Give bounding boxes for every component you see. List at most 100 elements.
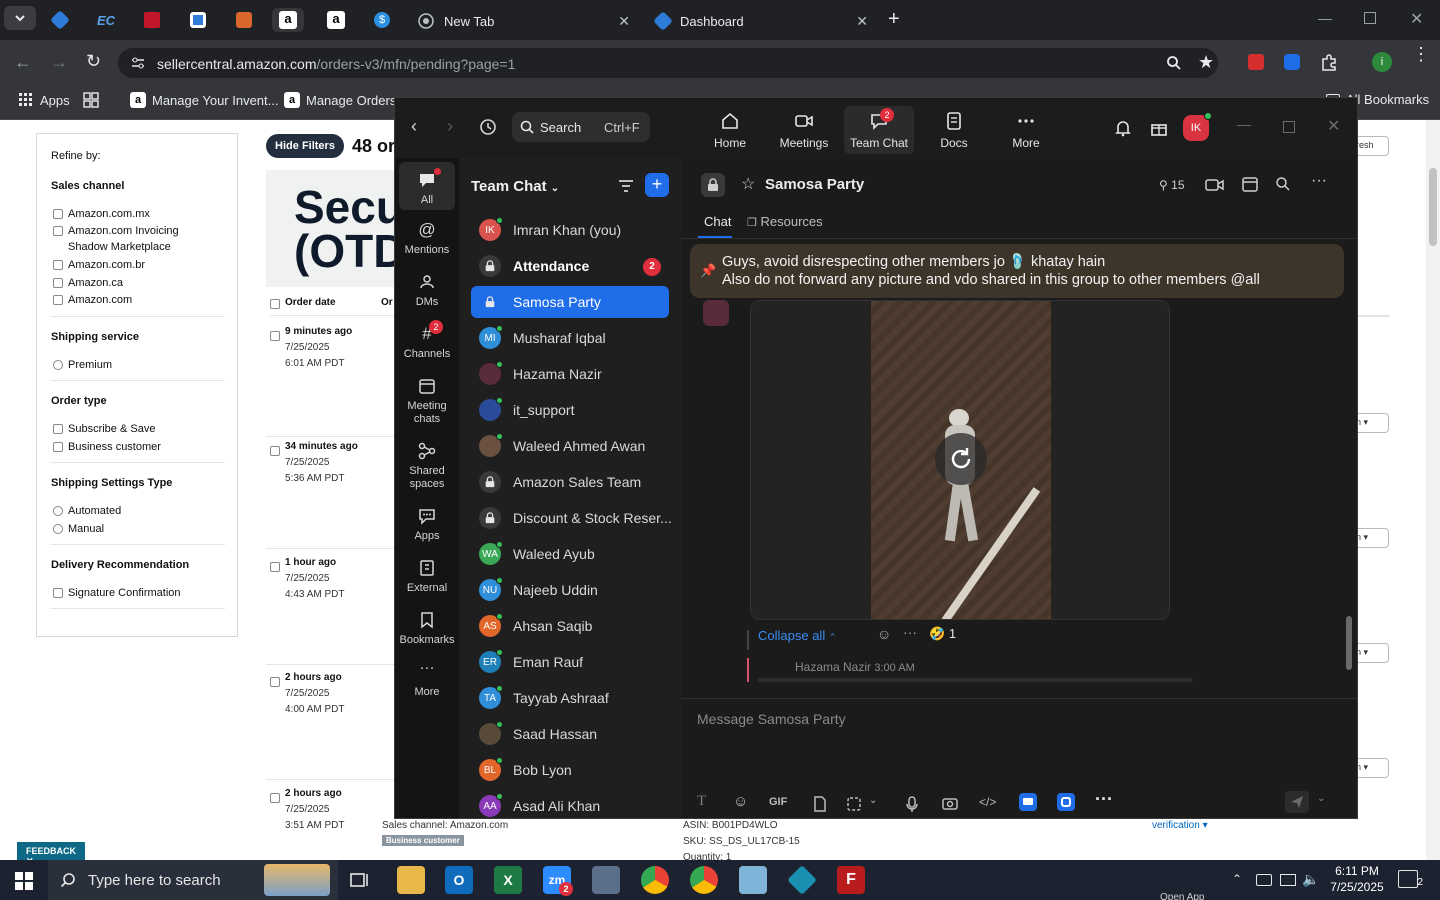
notification-center-icon[interactable]: 2 <box>1398 870 1423 888</box>
extensions-puzzle-icon[interactable] <box>1320 53 1338 71</box>
channel-item[interactable]: ER Eman Rauf <box>471 646 669 678</box>
nav-docs[interactable]: Docs <box>929 106 979 154</box>
window-maximize-icon[interactable] <box>1283 121 1295 133</box>
pinned-tab-2[interactable]: EC <box>90 8 122 32</box>
channel-item[interactable]: Waleed Ahmed Awan <box>471 430 669 462</box>
bell-icon[interactable] <box>1113 118 1133 138</box>
zoom-search-bar[interactable]: Search Ctrl+F <box>512 112 650 142</box>
scrollbar-thumb[interactable] <box>1429 168 1437 246</box>
app-integration-icon[interactable] <box>1019 793 1037 811</box>
row-checkbox[interactable] <box>270 677 280 687</box>
network-icon[interactable] <box>1280 874 1296 886</box>
radio[interactable] <box>53 360 63 370</box>
select-all-checkbox[interactable] <box>270 299 280 309</box>
outlook-icon[interactable]: O <box>445 866 473 894</box>
message-input[interactable]: Message Samosa Party <box>697 711 846 727</box>
radio[interactable] <box>53 524 63 534</box>
star-icon[interactable]: ☆ <box>741 174 755 194</box>
site-info-icon[interactable] <box>130 56 146 70</box>
address-bar[interactable]: sellercentral.amazon.com/orders-v3/mfn/p… <box>118 48 1218 78</box>
extension-blue-icon[interactable] <box>1284 54 1300 70</box>
filter-option[interactable]: Amazon.com <box>53 292 132 308</box>
rail-apps[interactable]: Apps <box>399 506 455 543</box>
nav-meetings[interactable]: Meetings <box>775 106 833 154</box>
back-chevron-icon[interactable]: ‹ <box>411 116 417 137</box>
pinned-tab-6-active[interactable]: a <box>272 8 304 32</box>
filter-option[interactable]: Manual <box>53 521 104 537</box>
nav-team-chat[interactable]: Team Chat 2 <box>844 106 914 154</box>
filter-icon[interactable] <box>617 178 635 194</box>
checkbox[interactable] <box>53 278 63 288</box>
chat-scrollbar[interactable] <box>1345 238 1353 684</box>
channel-item[interactable]: Attendance 2 <box>471 250 669 282</box>
rail-channels[interactable]: # Channels 2 <box>399 320 455 361</box>
order-row[interactable]: 34 minutes ago 7/25/2025 5:36 AM PDT <box>270 441 380 491</box>
forward-arrow-icon[interactable]: → <box>50 52 68 73</box>
order-row[interactable]: 9 minutes ago 7/25/2025 6:01 AM PDT <box>270 326 380 376</box>
pinned-tab-5[interactable] <box>228 8 260 32</box>
restore-icon[interactable] <box>1364 12 1376 24</box>
scrollbar-thumb[interactable] <box>1346 616 1352 670</box>
chat-title[interactable]: Samosa Party <box>765 176 864 193</box>
checkbox[interactable] <box>53 588 63 598</box>
rail-mentions[interactable]: @ Mentions <box>399 220 455 257</box>
checkbox[interactable] <box>53 295 63 305</box>
rail-more[interactable]: ··· More <box>399 660 455 699</box>
window-minimize-icon[interactable]: — <box>1237 116 1251 132</box>
more-dots-icon[interactable]: ··· <box>1311 172 1327 190</box>
order-row[interactable]: 2 hours ago 7/25/2025 4:00 AM PDT <box>270 672 380 722</box>
zoom-lens-icon[interactable] <box>1166 55 1182 71</box>
kebab-menu-icon[interactable]: ⋮ <box>1412 45 1430 63</box>
video-attachment[interactable] <box>750 300 1170 620</box>
row-checkbox[interactable] <box>270 793 280 803</box>
pinned-message-banner[interactable]: 📌 Guys, avoid disrespecting other member… <box>690 244 1344 298</box>
rail-meeting-chats[interactable]: Meeting chats <box>399 376 455 426</box>
gif-button[interactable]: GIF <box>769 796 787 808</box>
feedback-tab[interactable]: FEEDBACK ✕ <box>17 842 85 866</box>
order-row[interactable]: 1 hour ago 7/25/2025 4:43 AM PDT <box>270 557 380 607</box>
order-row[interactable]: 2 hours ago 7/25/2025 3:51 AM PDT <box>270 788 380 838</box>
chrome-icon[interactable] <box>641 866 669 894</box>
emoji-icon[interactable]: ☺ <box>733 793 748 810</box>
filter-option[interactable]: Amazon.com Invoicing Shadow Marketplace <box>53 223 203 255</box>
row-checkbox[interactable] <box>270 562 280 572</box>
channel-item[interactable]: Hazama Nazir <box>471 358 669 390</box>
search-icon[interactable] <box>1275 176 1291 192</box>
column-order-date[interactable]: Order date <box>285 297 336 308</box>
minimize-icon[interactable]: — <box>1318 10 1332 26</box>
close-icon[interactable]: ✕ <box>618 13 630 30</box>
back-arrow-icon[interactable]: ← <box>14 52 32 73</box>
window-close-icon[interactable]: ✕ <box>1327 116 1340 136</box>
notes-app-icon[interactable] <box>739 866 767 894</box>
page-scrollbar[interactable] <box>1426 120 1440 860</box>
add-reaction-icon[interactable]: ☺ <box>877 626 891 642</box>
code-snippet-icon[interactable]: </> <box>979 795 996 809</box>
tab-groups-icon[interactable] <box>83 92 99 108</box>
channel-item[interactable]: Samosa Party <box>471 286 669 318</box>
filter-option[interactable]: Amazon.com.mx <box>53 206 150 222</box>
verification-link[interactable]: verification ▾ <box>1152 820 1208 831</box>
show-hidden-icons-chevron[interactable]: ⌃ <box>1232 872 1242 886</box>
close-icon[interactable]: ✕ <box>856 13 868 30</box>
tab-resources[interactable]: ❐ Resources <box>747 214 823 229</box>
windows-start-icon[interactable] <box>14 871 34 891</box>
excel-icon[interactable]: X <box>494 866 522 894</box>
row-checkbox[interactable] <box>270 446 280 456</box>
nav-home[interactable]: Home <box>705 106 755 154</box>
channel-item[interactable]: it_support <box>471 394 669 426</box>
filter-option[interactable]: Amazon.ca <box>53 275 123 291</box>
bookmark-apps[interactable]: Apps <box>18 92 70 108</box>
rail-all[interactable]: All <box>399 162 455 210</box>
filter-option[interactable]: Subscribe & Save <box>53 421 155 437</box>
clock[interactable]: 6:11 PM 7/25/2025 <box>1328 864 1386 894</box>
promo-banner[interactable]: Secu (OTD <box>266 170 394 287</box>
tab-chat[interactable]: Chat <box>698 214 732 238</box>
channel-item[interactable]: MI Musharaf Iqbal <box>471 322 669 354</box>
pinned-tab-7[interactable]: a <box>320 8 352 32</box>
new-chat-plus-button[interactable]: + <box>645 173 669 197</box>
more-dots-icon[interactable]: ··· <box>1095 789 1113 810</box>
bookmark-manage-inventory[interactable]: a Manage Your Invent... <box>130 92 278 108</box>
channel-item[interactable]: IK Imran Khan (you) <box>471 214 669 246</box>
new-tab-plus-icon[interactable]: + <box>888 8 900 31</box>
calculator-icon[interactable] <box>592 866 620 894</box>
